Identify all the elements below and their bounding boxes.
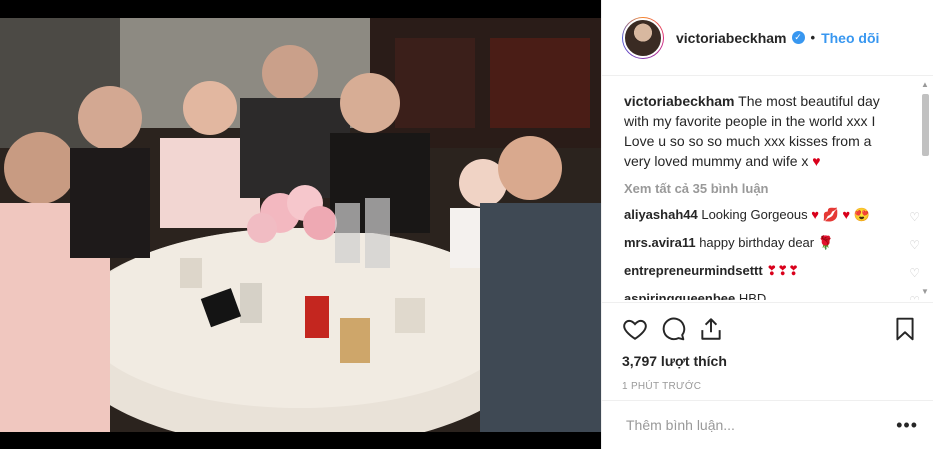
post-header: victoriabeckham ✓ • Theo dõi bbox=[602, 0, 933, 76]
comment-like-icon[interactable]: ♡ bbox=[909, 292, 920, 300]
scroll-thumb[interactable] bbox=[921, 94, 929, 156]
comment-text: happy birthday dear bbox=[699, 235, 815, 250]
comment-username[interactable]: aspiringqueenbee bbox=[624, 291, 735, 300]
add-comment-input[interactable] bbox=[624, 416, 897, 434]
post-media bbox=[0, 0, 601, 449]
bookmark-icon[interactable] bbox=[892, 316, 918, 342]
action-icons-row bbox=[622, 313, 918, 345]
comment-emoji: ❣❣❣ bbox=[766, 263, 800, 278]
comment-emoji: 🌹 bbox=[817, 235, 834, 250]
caption-username[interactable]: victoriabeckham bbox=[624, 93, 735, 109]
add-comment-bar: ••• bbox=[602, 400, 933, 449]
more-options-icon[interactable]: ••• bbox=[896, 415, 918, 436]
post-caption: victoriabeckham The most beautiful day w… bbox=[624, 91, 900, 171]
post-actions: 3,797 lượt thích 1 PHÚT TRƯỚC bbox=[602, 302, 933, 392]
comment-emoji: ♥ 💋 ♥ 😍 bbox=[811, 207, 870, 222]
share-icon[interactable] bbox=[698, 316, 724, 342]
avatar-story-ring[interactable] bbox=[622, 16, 664, 59]
comment-username[interactable]: entrepreneurmindsettt bbox=[624, 263, 763, 278]
header-separator: • bbox=[810, 30, 816, 45]
header-username[interactable]: victoriabeckham bbox=[676, 30, 787, 46]
comment-item: aspiringqueenbee HBD ♡ bbox=[624, 290, 920, 300]
view-all-comments-link[interactable]: Xem tất cả 35 bình luận bbox=[624, 181, 900, 196]
like-count[interactable]: 3,797 lượt thích bbox=[622, 353, 918, 369]
avatar[interactable] bbox=[623, 17, 663, 58]
comments-scrollbar[interactable]: ▲ bbox=[920, 80, 930, 298]
heart-icon[interactable] bbox=[622, 316, 648, 342]
instagram-post: victoriabeckham ✓ • Theo dõi victoriabec… bbox=[0, 0, 933, 449]
scroll-up-arrow-icon[interactable]: ▲ bbox=[920, 80, 930, 90]
comment-text: HBD bbox=[738, 291, 767, 300]
scroll-down-arrow-icon[interactable]: ▼ bbox=[920, 287, 930, 297]
verified-badge-icon: ✓ bbox=[791, 31, 805, 44]
post-sidebar: victoriabeckham ✓ • Theo dõi victoriabec… bbox=[601, 0, 933, 449]
comment-item: aliyashah44 Looking Gorgeous ♥ 💋 ♥ 😍 ♡ bbox=[624, 206, 920, 224]
comment-like-icon[interactable]: ♡ bbox=[909, 264, 920, 282]
comment-text: Looking Gorgeous bbox=[701, 207, 808, 222]
caption-heart-emoji: ♥ bbox=[812, 153, 821, 169]
follow-button[interactable]: Theo dõi bbox=[821, 30, 879, 46]
comment-like-icon[interactable]: ♡ bbox=[909, 208, 920, 226]
post-photo[interactable] bbox=[0, 18, 601, 432]
comment-username[interactable]: aliyashah44 bbox=[624, 207, 698, 222]
comments-section[interactable]: victoriabeckham The most beautiful day w… bbox=[602, 77, 933, 300]
comment-icon[interactable] bbox=[660, 316, 686, 342]
comment-item: mrs.avira11 happy birthday dear 🌹 ♡ bbox=[624, 234, 920, 252]
comment-item: entrepreneurmindsettt ❣❣❣ ♡ bbox=[624, 262, 920, 280]
comment-username[interactable]: mrs.avira11 bbox=[624, 235, 696, 250]
post-timestamp[interactable]: 1 PHÚT TRƯỚC bbox=[622, 381, 918, 392]
comment-like-icon[interactable]: ♡ bbox=[909, 236, 920, 254]
